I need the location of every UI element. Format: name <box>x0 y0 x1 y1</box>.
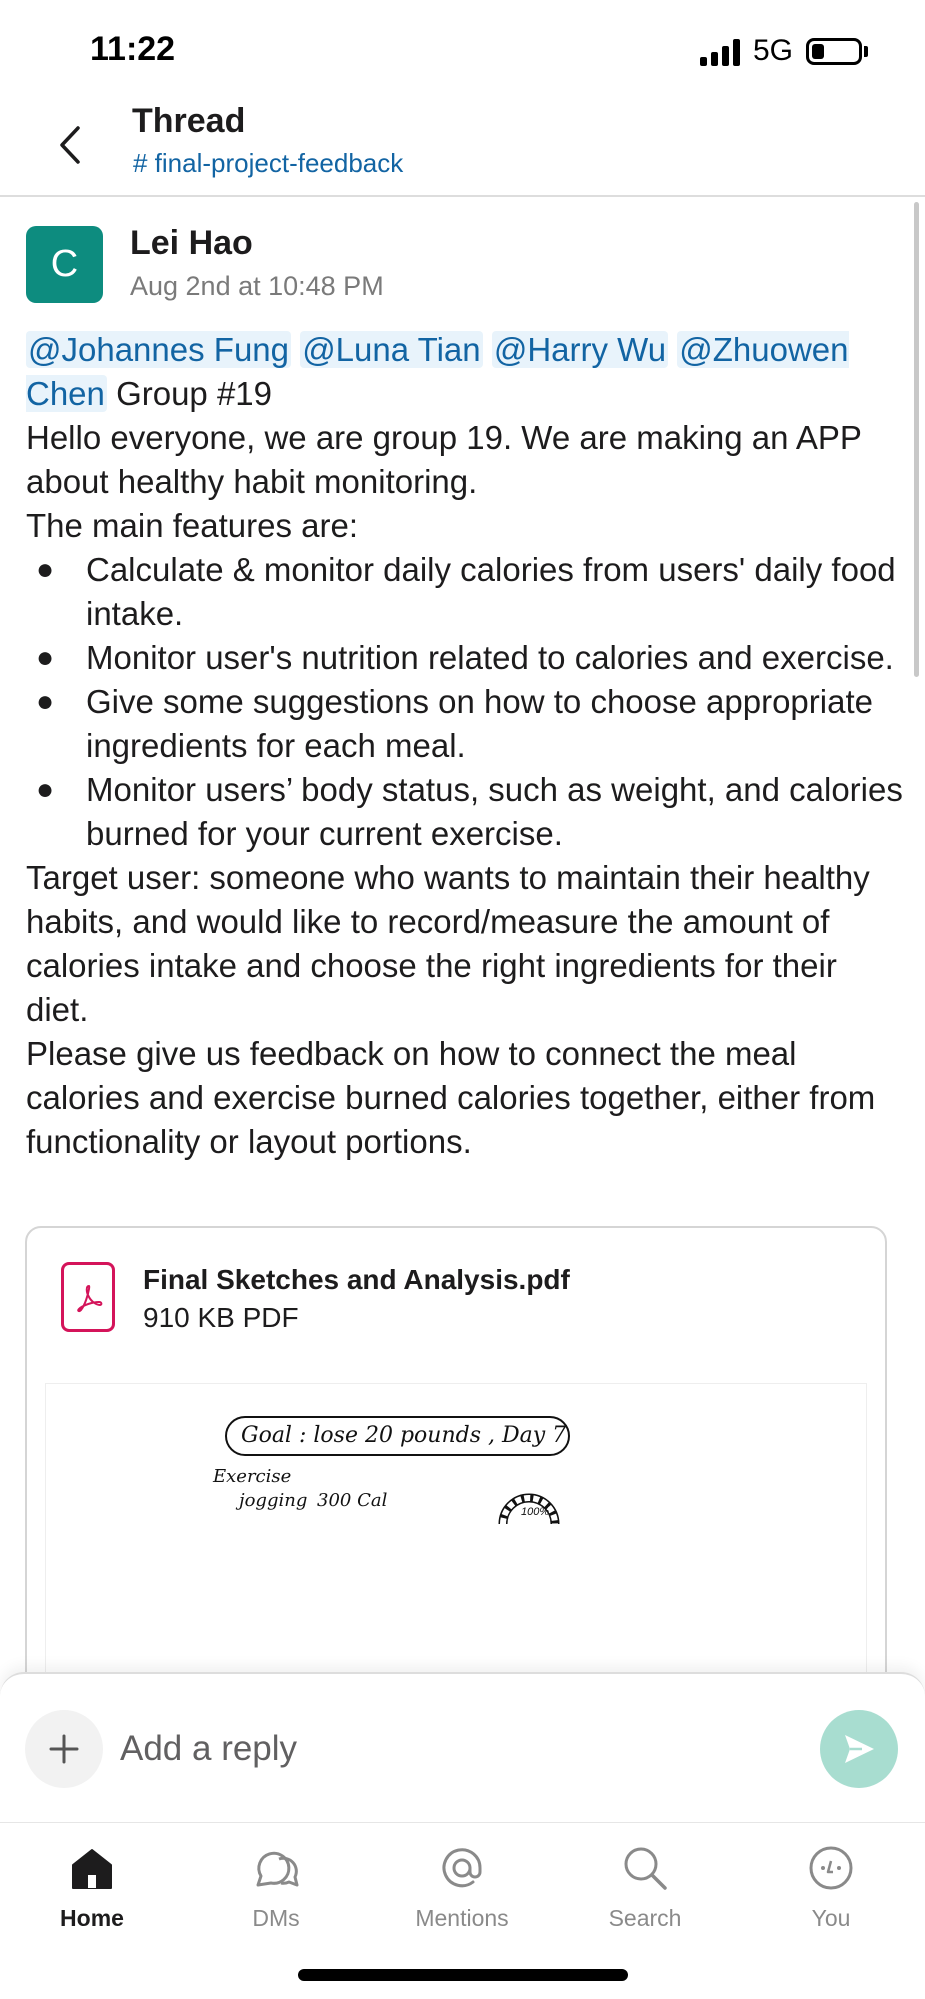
tab-mentions[interactable]: Mentions <box>397 1835 527 1945</box>
file-meta: 910 KB PDF <box>143 1302 299 1333</box>
bullet-icon: ● <box>36 773 55 806</box>
mention-harry-wu[interactable]: @Harry Wu <box>491 331 669 368</box>
sketch-goal-text: Goal : lose 20 pounds , Day 7 <box>225 1416 570 1456</box>
sketch-gauge-icon <box>498 1493 560 1525</box>
tab-you[interactable]: You <box>766 1835 896 1945</box>
acrobat-icon <box>77 1285 103 1313</box>
status-time: 11:22 <box>90 30 176 68</box>
page-title: Thread <box>132 102 246 140</box>
group-label: Group #19 <box>116 375 273 412</box>
list-item: ● Give some suggestions on how to choose … <box>26 680 906 768</box>
bullet-icon: ● <box>36 685 55 718</box>
status-bar: 11:22 5G <box>0 0 925 100</box>
chevron-left-icon <box>60 126 80 164</box>
author-name[interactable]: Lei Hao <box>130 224 253 263</box>
feature-text: Calculate & monitor daily calories from … <box>86 551 896 632</box>
bullet-icon: ● <box>36 553 55 586</box>
target-user-text: Target user: someone who wants to mainta… <box>26 859 870 1028</box>
feature-text: Give some suggestions on how to choose a… <box>86 683 873 764</box>
reply-composer <box>0 1672 925 1822</box>
sketch-calories: 300 Cal <box>317 1490 388 1511</box>
send-icon <box>845 1735 874 1763</box>
thread-header: Thread # final-project-feedback <box>0 100 925 197</box>
list-item: ● Monitor users’ body status, such as wei… <box>26 768 906 856</box>
tab-label-search: Search <box>608 1905 682 1931</box>
features-heading: The main features are: <box>26 507 358 544</box>
send-button[interactable] <box>820 1710 898 1788</box>
file-attachment[interactable]: Final Sketches and Analysis.pdf 910 KB P… <box>25 1226 887 1696</box>
tab-label-you: You <box>811 1905 851 1931</box>
mention-johannes-fung[interactable]: @Johannes Fung <box>26 331 292 368</box>
sketch-exercise-label: Exercise <box>213 1466 292 1487</box>
tab-search[interactable]: Search <box>580 1835 710 1945</box>
list-item: ● Monitor user's nutrition related to cal… <box>26 636 906 680</box>
tab-label-dms: DMs <box>252 1905 300 1931</box>
intro-text: Hello everyone, we are group 19. We are … <box>26 419 862 500</box>
feature-text: Monitor users’ body status, such as weig… <box>86 771 903 852</box>
scrollbar[interactable] <box>914 202 919 677</box>
list-item: ● Calculate & monitor daily calories from… <box>26 548 906 636</box>
channel-link[interactable]: # final-project-feedback <box>133 148 403 179</box>
plus-icon <box>49 1734 79 1764</box>
mention-luna-tian[interactable]: @Luna Tian <box>300 331 483 368</box>
sketch-activity: jogging <box>239 1490 308 1511</box>
back-button[interactable] <box>52 120 92 170</box>
pdf-file-icon <box>61 1262 115 1332</box>
message-body: @Johannes Fung @Luna Tian @Harry Wu @Zhu… <box>26 328 906 1164</box>
add-attachment-button[interactable] <box>25 1710 103 1788</box>
you-icon <box>809 1846 853 1890</box>
mention-line: @Johannes Fung @Luna Tian @Harry Wu @Zhu… <box>26 328 906 416</box>
sketch-gauge-percent: 100% <box>521 1506 550 1518</box>
home-indicator[interactable] <box>298 1969 628 1981</box>
battery-tip <box>864 46 868 57</box>
search-icon <box>624 1847 667 1890</box>
features-list: ● Calculate & monitor daily calories from… <box>26 548 906 856</box>
message-timestamp: Aug 2nd at 10:48 PM <box>130 271 384 301</box>
battery-icon <box>806 38 862 65</box>
dms-icon <box>256 1851 299 1887</box>
file-name[interactable]: Final Sketches and Analysis.pdf <box>143 1264 570 1296</box>
tab-home[interactable]: Home <box>27 1835 157 1945</box>
home-icon <box>72 1849 112 1889</box>
tab-dms[interactable]: DMs <box>211 1835 341 1945</box>
request-text: Please give us feedback on how to connec… <box>26 1035 876 1160</box>
mentions-icon <box>442 1848 482 1888</box>
reply-input[interactable] <box>120 1722 700 1776</box>
tab-label-mentions: Mentions <box>415 1905 509 1931</box>
avatar[interactable]: C <box>26 226 103 303</box>
tab-label-home: Home <box>60 1905 124 1931</box>
feature-text: Monitor user's nutrition related to calo… <box>86 639 894 676</box>
signal-icon <box>700 38 744 66</box>
network-type: 5G <box>753 34 794 67</box>
bullet-icon: ● <box>36 641 55 674</box>
